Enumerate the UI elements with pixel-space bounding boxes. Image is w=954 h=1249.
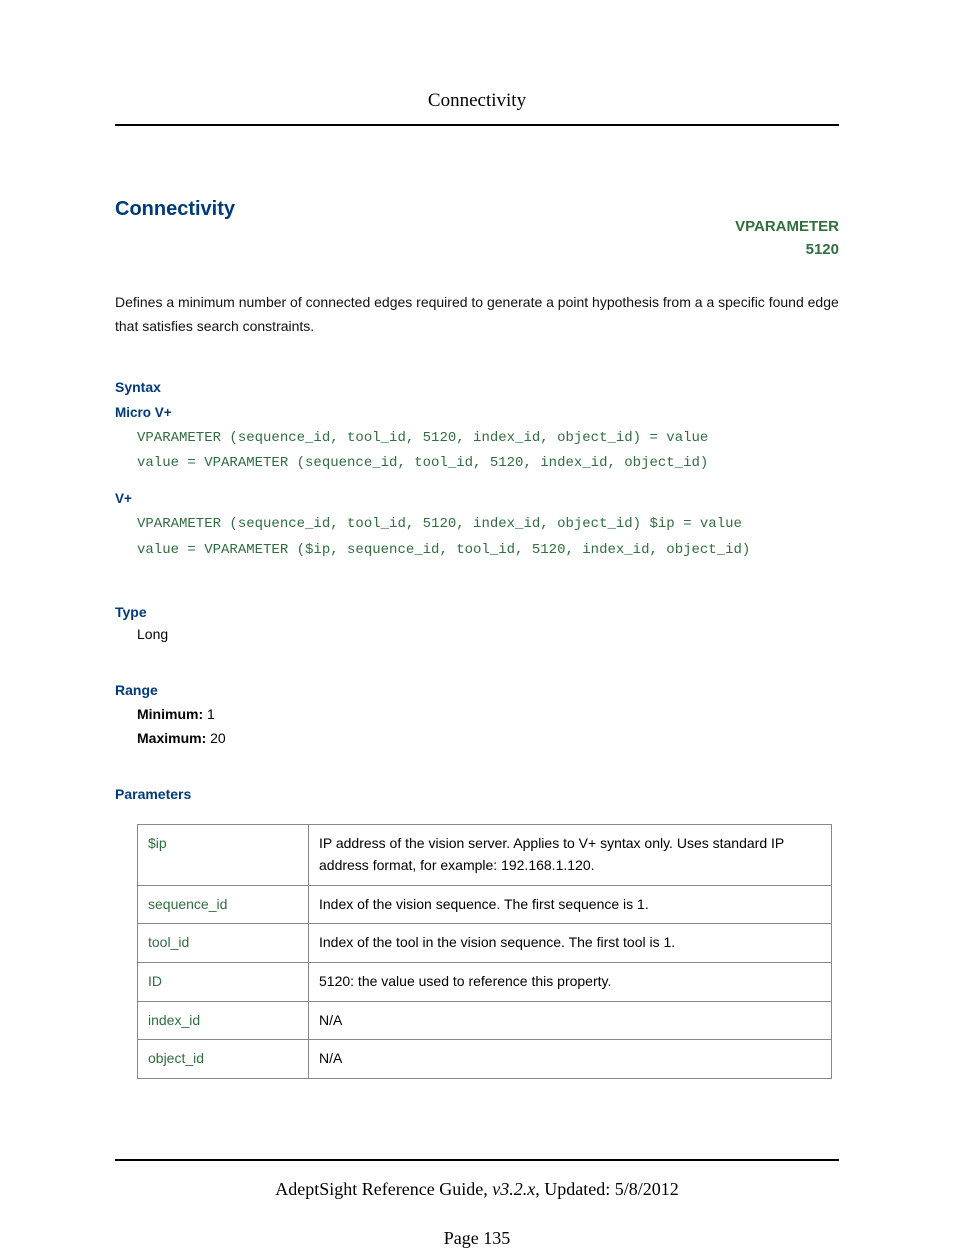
intro-paragraph: Defines a minimum number of connected ed…: [115, 291, 839, 339]
range-min-label: Minimum:: [137, 706, 203, 722]
vplus-code-block: VPARAMETER (sequence_id, tool_id, 5120, …: [137, 512, 839, 564]
micro-code-block: VPARAMETER (sequence_id, tool_id, 5120, …: [137, 426, 839, 478]
param-desc: Index of the tool in the vision sequence…: [309, 924, 832, 963]
vplus-line1: VPARAMETER (sequence_id, tool_id, 5120, …: [137, 516, 742, 532]
param-name: ID: [138, 962, 309, 1001]
param-name: tool_id: [138, 924, 309, 963]
table-row: tool_id Index of the tool in the vision …: [138, 924, 832, 963]
parameters-table: $ip IP address of the vision server. App…: [137, 824, 832, 1079]
table-row: $ip IP address of the vision server. App…: [138, 825, 832, 885]
range-max-value: 20: [210, 730, 226, 746]
table-row: index_id N/A: [138, 1001, 832, 1040]
title-row: Connectivity VPARAMETER 5120: [115, 198, 839, 221]
range-maximum: Maximum: 20: [137, 730, 839, 746]
table-row: sequence_id Index of the vision sequence…: [138, 885, 832, 924]
param-desc: N/A: [309, 1001, 832, 1040]
range-max-label: Maximum:: [137, 730, 206, 746]
param-desc: 5120: the value used to reference this p…: [309, 962, 832, 1001]
page-header-title: Connectivity: [428, 90, 526, 111]
footer-updated: , Updated: 5/8/2012: [535, 1179, 678, 1199]
type-value: Long: [137, 626, 839, 642]
param-desc: IP address of the vision server. Applies…: [309, 825, 832, 885]
micro-line1: VPARAMETER (sequence_id, tool_id, 5120, …: [137, 430, 708, 446]
page-number: Page 135: [115, 1228, 839, 1249]
vparameter-code: 5120: [735, 239, 839, 262]
param-name: index_id: [138, 1001, 309, 1040]
footer: AdeptSight Reference Guide, v3.2.x, Upda…: [115, 1159, 839, 1200]
micro-vplus-heading: Micro V+: [115, 405, 839, 420]
parameters-heading: Parameters: [115, 786, 839, 802]
vplus-line2: value = VPARAMETER ($ip, sequence_id, to…: [137, 542, 750, 558]
micro-line2: value = VPARAMETER (sequence_id, tool_id…: [137, 455, 708, 471]
range-heading: Range: [115, 682, 839, 698]
syntax-heading: Syntax: [115, 379, 839, 395]
range-minimum: Minimum: 1: [137, 706, 839, 722]
param-name: object_id: [138, 1040, 309, 1079]
footer-doc-title: AdeptSight Reference Guide: [275, 1179, 483, 1199]
param-name: sequence_id: [138, 885, 309, 924]
vplus-heading: V+: [115, 491, 839, 506]
table-row: ID 5120: the value used to reference thi…: [138, 962, 832, 1001]
vparameter-badge: VPARAMETER 5120: [735, 216, 839, 261]
param-desc: Index of the vision sequence. The first …: [309, 885, 832, 924]
vparameter-label: VPARAMETER: [735, 216, 839, 239]
range-min-value: 1: [207, 706, 215, 722]
section-title: Connectivity: [115, 198, 839, 221]
footer-version: , v3.2.x: [483, 1179, 535, 1199]
table-row: object_id N/A: [138, 1040, 832, 1079]
param-desc: N/A: [309, 1040, 832, 1079]
type-heading: Type: [115, 604, 839, 620]
page-header: Connectivity: [115, 0, 839, 126]
param-name: $ip: [138, 825, 309, 885]
